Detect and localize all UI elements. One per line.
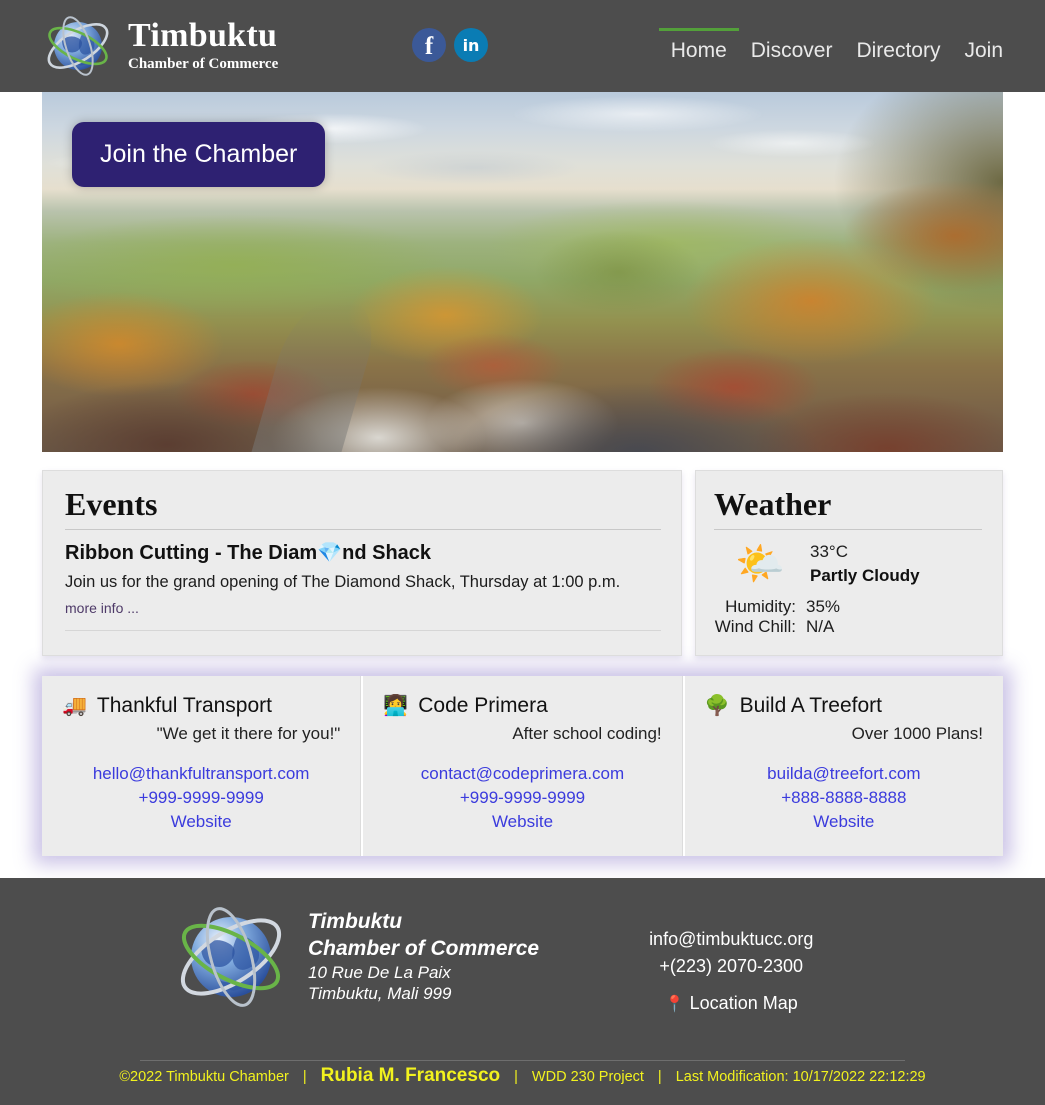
business-email-link[interactable]: hello@thankfultransport.com <box>62 762 340 786</box>
linkedin-icon[interactable]: in <box>454 28 488 62</box>
business-header: 👩‍💻 Code Primera <box>383 694 661 718</box>
globe-logo-icon <box>42 10 114 82</box>
brand-subtitle: Chamber of Commerce <box>128 55 279 72</box>
tree-icon: 🌳 <box>704 695 730 718</box>
facebook-icon[interactable]: f <box>412 28 446 62</box>
weather-windchill-row: Wind Chill: N/A <box>714 617 982 637</box>
weather-divider <box>714 528 982 530</box>
globe-logo-icon <box>172 898 290 1016</box>
footer-top: Timbuktu Chamber of Commerce 10 Rue De L… <box>0 878 1045 1017</box>
footer-divider <box>140 1060 905 1062</box>
business-name: Build A Treefort <box>739 694 882 718</box>
business-tagline: "We get it there for you!" <box>156 724 341 744</box>
business-website-link[interactable]: Website <box>383 810 661 834</box>
social-links: f in <box>412 28 488 62</box>
weather-windchill-value: N/A <box>806 617 835 637</box>
footer-brand-line1: Timbuktu <box>308 910 403 934</box>
info-row: Events Ribbon Cutting - The Diam💎nd Shac… <box>0 452 1045 657</box>
business-email-link[interactable]: builda@treefort.com <box>705 762 983 786</box>
footer-email-link[interactable]: info@timbuktucc.org <box>649 926 813 953</box>
site-footer: Timbuktu Chamber of Commerce 10 Rue De L… <box>0 878 1045 1105</box>
events-divider <box>65 528 661 530</box>
weather-title: Weather <box>714 486 832 522</box>
brand[interactable]: Timbuktu Chamber of Commerce <box>42 10 278 82</box>
business-links: hello@thankfultransport.com +999-9999-99… <box>62 762 340 834</box>
nav-item-join[interactable]: Join <box>952 28 1015 68</box>
event-item-title: Ribbon Cutting - The Diam💎nd Shack <box>65 540 661 566</box>
site-header: Timbuktu Chamber of Commerce f in Home D… <box>0 0 1045 92</box>
weather-humidity-value: 35% <box>806 597 841 617</box>
hero-section: Join the Chamber <box>0 92 1045 452</box>
event-title-prefix: Ribbon Cutting - <box>65 541 228 564</box>
business-name: Code Primera <box>418 694 548 718</box>
linkedin-glyph: in <box>462 36 480 55</box>
event-bottom-divider <box>65 630 661 632</box>
business-links: contact@codeprimera.com +999-9999-9999 W… <box>383 762 661 834</box>
business-tagline: After school coding! <box>512 724 662 744</box>
sun-behind-cloud-icon: 🌤️ <box>735 542 785 587</box>
footer-address-line1: 10 Rue De La Paix <box>308 963 451 983</box>
weather-humidity-label: Humidity: <box>725 597 796 617</box>
business-website-link[interactable]: Website <box>705 810 983 834</box>
business-phone-link[interactable]: +999-9999-9999 <box>62 786 340 810</box>
facebook-glyph: f <box>424 33 434 60</box>
weather-main: 🌤️ 33°C Partly Cloudy <box>714 540 982 589</box>
nav-item-directory[interactable]: Directory <box>844 28 952 68</box>
diamond-icon: 💎 <box>317 541 343 564</box>
location-map-label: Location Map <box>689 993 798 1014</box>
footer-brand-line2: Chamber of Commerce <box>308 936 540 960</box>
weather-details: Humidity: 35% Wind Chill: N/A <box>714 597 982 637</box>
brand-text: Timbuktu Chamber of Commerce <box>128 17 279 73</box>
brand-title: Timbuktu <box>128 17 278 55</box>
footer-brand: Timbuktu Chamber of Commerce 10 Rue De L… <box>172 896 539 1017</box>
map-pin-icon: 📍 <box>664 996 685 1014</box>
business-links: builda@treefort.com +888-8888-8888 Websi… <box>705 762 983 834</box>
business-name: Thankful Transport <box>96 694 272 718</box>
copyright-bar: ©2022 Timbuktu Chamber | Rubia M. France… <box>0 1065 1045 1087</box>
footer-contact: info@timbuktucc.org +(223) 2070-2300 📍 L… <box>649 896 813 1017</box>
business-card-thankful-transport: 🚚 Thankful Transport "We get it there fo… <box>42 676 362 857</box>
footer-phone-link[interactable]: +(223) 2070-2300 <box>649 953 813 980</box>
location-map-link[interactable]: 📍 Location Map <box>649 990 813 1017</box>
technologist-icon: 👩‍💻 <box>383 695 409 718</box>
events-title: Events <box>65 486 158 522</box>
truck-icon: 🚚 <box>62 695 87 718</box>
hero-image: Join the Chamber <box>42 92 1003 452</box>
footer-address: Timbuktu Chamber of Commerce 10 Rue De L… <box>308 909 539 1005</box>
event-item-description: Join us for the grand opening of The Dia… <box>65 572 621 591</box>
main-navigation: Home Discover Directory Join <box>658 28 1015 68</box>
weather-readout: 33°C Partly Cloudy <box>810 540 920 589</box>
business-website-link[interactable]: Website <box>62 810 340 834</box>
weather-card: Weather 🌤️ 33°C Partly Cloudy Humidity: … <box>695 470 1003 657</box>
business-spotlights: 🚚 Thankful Transport "We get it there fo… <box>42 676 1003 857</box>
business-card-build-a-treefort: 🌳 Build A Treefort Over 1000 Plans! buil… <box>684 676 1003 857</box>
weather-condition: Partly Cloudy <box>810 566 920 586</box>
event-title-rest-a: The Diam <box>227 541 318 564</box>
weather-humidity-row: Humidity: 35% <box>714 597 982 617</box>
weather-windchill-label: Wind Chill: <box>714 617 796 637</box>
business-header: 🚚 Thankful Transport <box>62 694 340 718</box>
events-card: Events Ribbon Cutting - The Diam💎nd Shac… <box>42 470 682 657</box>
business-phone-link[interactable]: +888-8888-8888 <box>705 786 983 810</box>
business-header: 🌳 Build A Treefort <box>705 694 983 718</box>
hero-road <box>251 302 385 452</box>
join-the-chamber-button[interactable]: Join the Chamber <box>72 122 326 187</box>
event-title-rest-b: nd Shack <box>342 541 432 564</box>
footer-address-line2: Timbuktu, Mali 999 <box>308 984 452 1004</box>
author-name: Rubia M. Francesco <box>320 1065 501 1087</box>
event-more-info-link[interactable]: more info ... <box>65 600 661 616</box>
business-card-code-primera: 👩‍💻 Code Primera After school coding! co… <box>363 676 683 857</box>
nav-item-home[interactable]: Home <box>658 28 739 68</box>
business-tagline: Over 1000 Plans! <box>851 724 983 744</box>
business-phone-link[interactable]: +999-9999-9999 <box>383 786 661 810</box>
nav-item-discover[interactable]: Discover <box>739 28 845 68</box>
business-email-link[interactable]: contact@codeprimera.com <box>383 762 661 786</box>
weather-temperature: 33°C <box>810 541 848 561</box>
